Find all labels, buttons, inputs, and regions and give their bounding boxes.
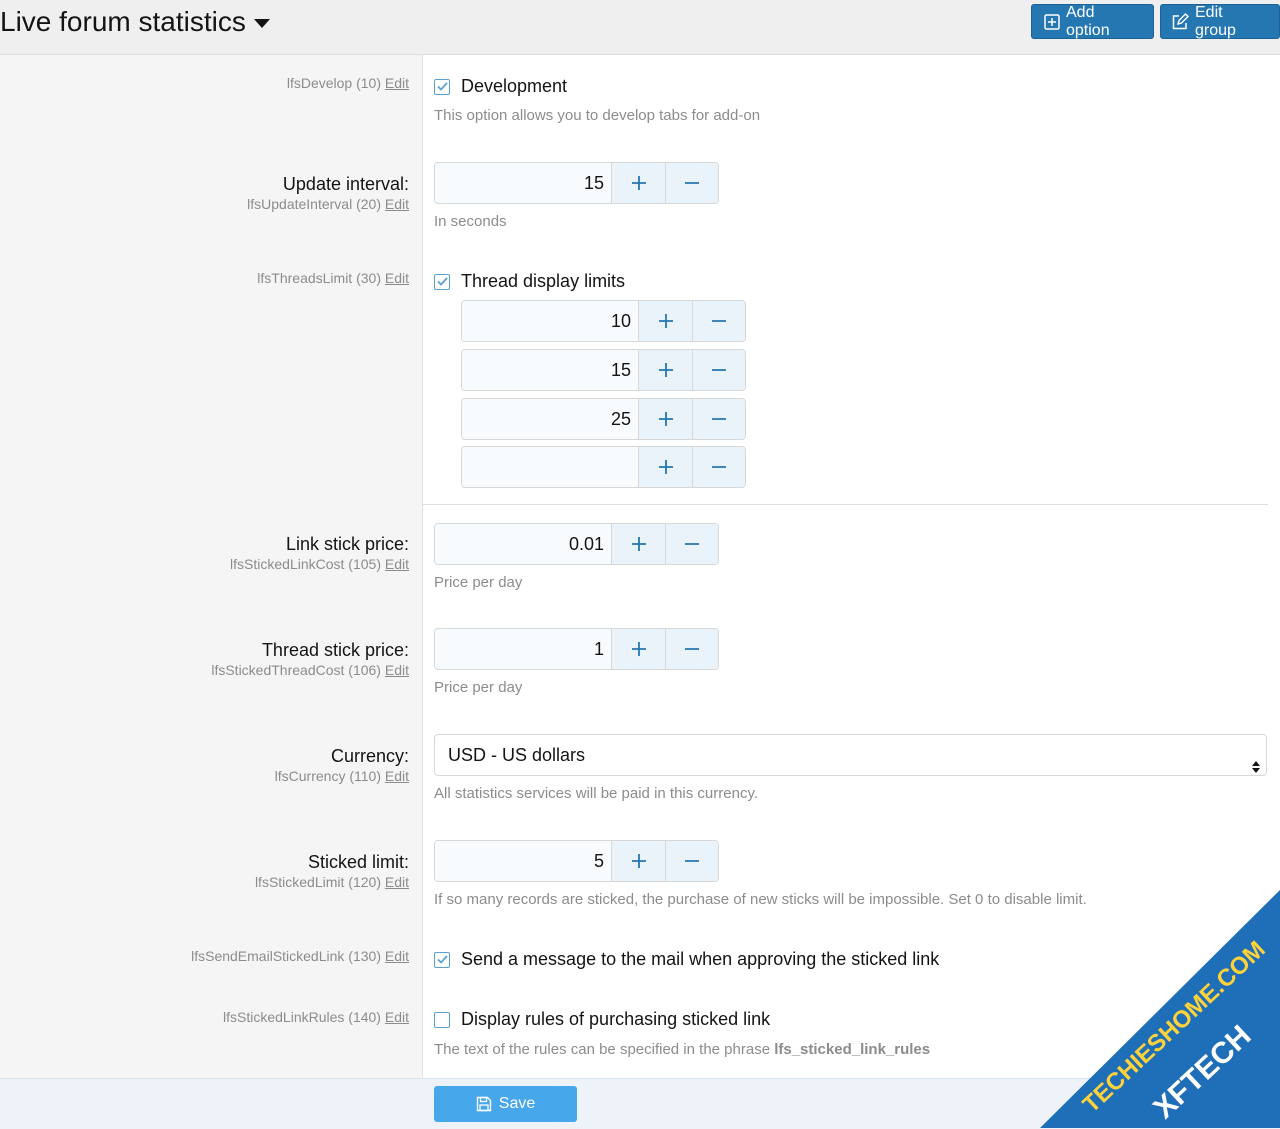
thread-stick-price-stepper[interactable]: 1 (434, 628, 719, 670)
checkbox-develop[interactable]: Development (434, 76, 567, 97)
sticked-limit-stepper[interactable]: 5 (434, 840, 719, 882)
link-stick-price-input[interactable]: 0.01 (435, 524, 612, 564)
decrement-button[interactable] (692, 301, 745, 341)
option-label-threads-limit: lfsThreadsLimit (30) Edit (257, 270, 409, 286)
decrement-button[interactable] (665, 841, 718, 881)
plus-icon (631, 642, 646, 656)
minus-icon (685, 648, 699, 650)
minus-icon (712, 418, 726, 420)
checkbox-checked-icon[interactable] (434, 951, 450, 968)
edit-link[interactable]: Edit (385, 948, 409, 964)
minus-icon (685, 860, 699, 862)
minus-icon (685, 543, 699, 545)
add-option-button[interactable]: Add option (1031, 4, 1154, 39)
plus-icon (631, 537, 646, 551)
checkbox-threads-limit[interactable]: Thread display limits (434, 271, 625, 292)
section-divider (423, 504, 1268, 505)
minus-icon (685, 182, 699, 184)
thread-limit-stepper[interactable]: 25 (461, 398, 746, 440)
minus-icon (712, 320, 726, 322)
decrement-button[interactable] (692, 350, 745, 390)
caret-down-icon[interactable] (253, 19, 270, 28)
plus-icon (631, 854, 646, 868)
thread-limit-input[interactable]: 10 (462, 301, 639, 341)
phrase-name: lfs_sticked_link_rules (774, 1041, 931, 1058)
edit-link[interactable]: Edit (385, 556, 409, 572)
minus-icon (712, 369, 726, 371)
thread-limit-stepper[interactable] (461, 446, 746, 488)
link-stick-price-stepper[interactable]: 0.01 (434, 523, 719, 565)
edit-link[interactable]: Edit (385, 662, 409, 678)
plus-icon (658, 314, 673, 328)
decrement-button[interactable] (692, 399, 745, 439)
explain-update-interval: In seconds (434, 213, 507, 230)
increment-button[interactable] (639, 350, 692, 390)
increment-button[interactable] (639, 301, 692, 341)
option-label-develop: lfsDevelop (10) Edit (286, 75, 409, 91)
currency-select[interactable]: USD - US dollars (434, 734, 1267, 776)
option-label-sticked-rules: lfsStickedLinkRules (140) Edit (223, 1009, 409, 1025)
option-label-send-email: lfsSendEmailStickedLink (130) Edit (191, 948, 409, 964)
thread-limit-input[interactable]: 25 (462, 399, 639, 439)
checkbox-checked-icon[interactable] (434, 273, 450, 290)
decrement-button[interactable] (692, 447, 745, 487)
edit-group-button[interactable]: Edit group (1160, 4, 1280, 39)
plus-square-icon (1044, 13, 1060, 30)
checkbox-unchecked-icon[interactable] (434, 1011, 450, 1028)
edit-link[interactable]: Edit (385, 196, 409, 212)
thread-limit-input[interactable] (462, 447, 639, 487)
watermark: TECHIESHOME.COM XFTECH (1040, 890, 1280, 1128)
update-interval-stepper[interactable]: 15 (434, 162, 719, 204)
sticked-limit-input[interactable]: 5 (435, 841, 612, 881)
edit-link[interactable]: Edit (385, 1009, 409, 1025)
checkbox-checked-icon[interactable] (434, 78, 450, 95)
plus-icon (658, 412, 673, 426)
edit-link[interactable]: Edit (385, 768, 409, 784)
plus-icon (658, 363, 673, 377)
minus-icon (712, 466, 726, 468)
save-button[interactable]: Save (434, 1086, 577, 1122)
update-interval-input[interactable]: 15 (435, 163, 612, 203)
increment-button[interactable] (639, 399, 692, 439)
select-arrows-icon (1252, 748, 1260, 788)
save-icon (476, 1096, 492, 1112)
checkbox-sticked-rules[interactable]: Display rules of purchasing sticked link (434, 1009, 770, 1030)
explain-currency: All statistics services will be paid in … (434, 785, 758, 802)
increment-button[interactable] (612, 524, 665, 564)
decrement-button[interactable] (665, 629, 718, 669)
option-label-sticked-limit: Sticked limit: lfsStickedLimit (120) Edi… (254, 852, 409, 890)
page-title[interactable]: Live forum statistics (0, 6, 270, 38)
option-label-thread-stick-price: Thread stick price: lfsStickedThreadCost… (211, 640, 409, 678)
plus-icon (658, 460, 673, 474)
explain-sticked-rules: The text of the rules can be specified i… (434, 1041, 931, 1058)
decrement-button[interactable] (665, 163, 718, 203)
checkbox-send-email[interactable]: Send a message to the mail when approvin… (434, 949, 939, 970)
thread-limit-input[interactable]: 15 (462, 350, 639, 390)
page-header: Live forum statistics Add option Edit gr… (0, 0, 1280, 54)
explain-develop: This option allows you to develop tabs f… (434, 107, 761, 124)
explain-link-stick-price: Price per day (434, 574, 523, 591)
edit-link[interactable]: Edit (385, 75, 409, 91)
option-label-link-stick-price: Link stick price: lfsStickedLinkCost (10… (230, 534, 409, 572)
increment-button[interactable] (639, 447, 692, 487)
increment-button[interactable] (612, 841, 665, 881)
thread-stick-price-input[interactable]: 1 (435, 629, 612, 669)
option-label-currency: Currency: lfsCurrency (110) Edit (274, 746, 409, 784)
thread-limit-stepper[interactable]: 10 (461, 300, 746, 342)
explain-thread-stick-price: Price per day (434, 679, 523, 696)
option-label-update-interval: Update interval: lfsUpdateInterval (20) … (247, 174, 409, 212)
edit-link[interactable]: Edit (385, 874, 409, 890)
edit-link[interactable]: Edit (385, 270, 409, 286)
explain-sticked-limit: If so many records are sticked, the purc… (434, 891, 1087, 908)
thread-limit-stepper[interactable]: 15 (461, 349, 746, 391)
plus-icon (631, 176, 646, 190)
edit-icon (1171, 12, 1189, 31)
decrement-button[interactable] (665, 524, 718, 564)
increment-button[interactable] (612, 629, 665, 669)
increment-button[interactable] (612, 163, 665, 203)
